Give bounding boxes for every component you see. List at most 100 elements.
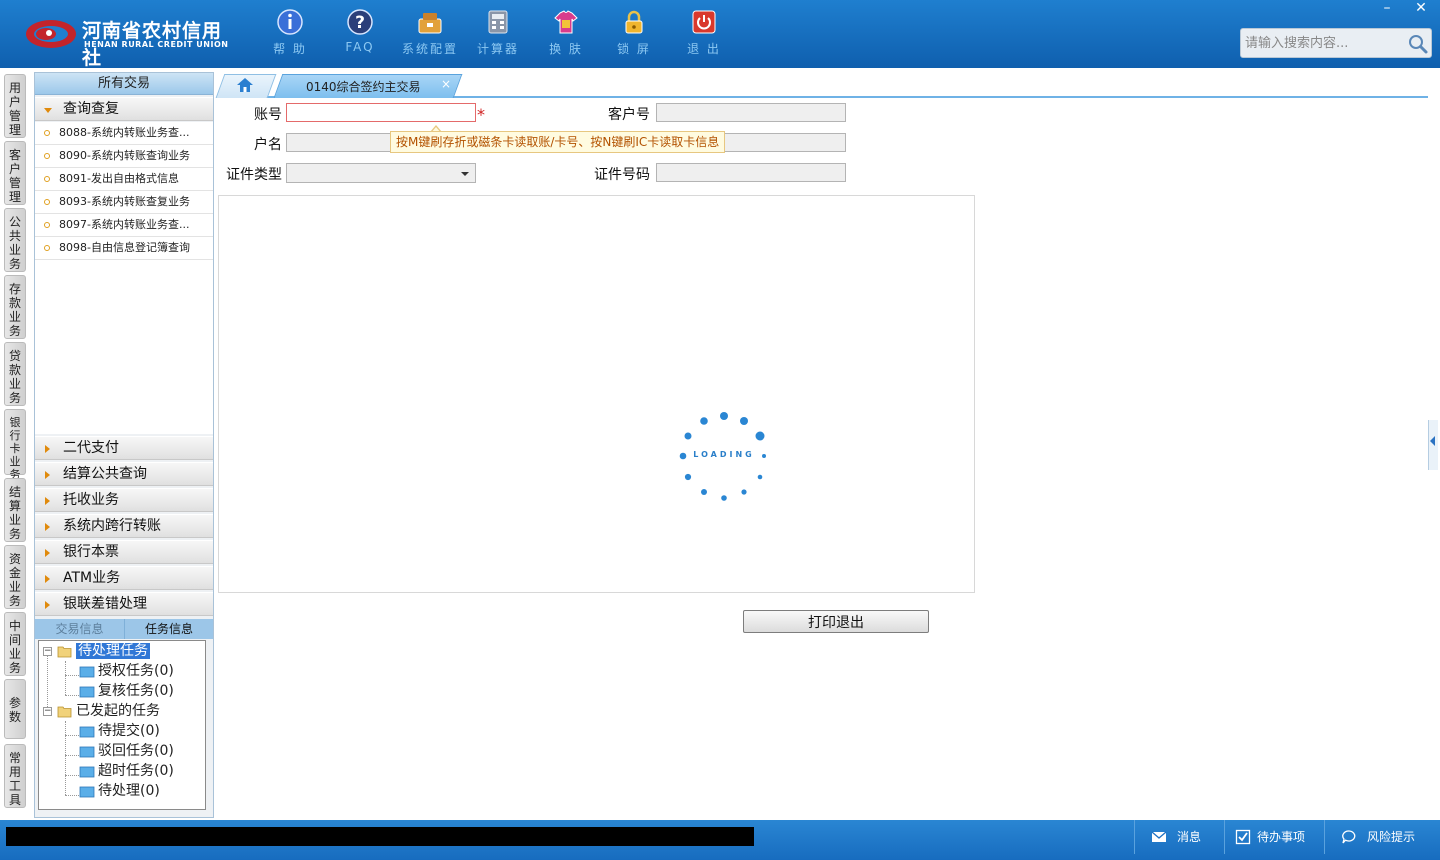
vtab-customer-management[interactable]: 客户管理 [4,141,26,205]
vtab-fund-business[interactable]: 资金业务 [4,545,26,609]
print-exit-button[interactable]: 打印退出 [743,610,929,633]
exit-label: 退 出 [687,42,721,56]
chevron-left-icon [1430,436,1435,446]
menu-item-8097[interactable]: 8097-系统内转账业务查... [35,214,213,237]
category-label: 银行本票 [63,544,119,560]
tab-close-icon[interactable]: × [441,77,451,91]
vtab-intermediary-business[interactable]: 中间业务 [4,612,26,676]
menu-item-8088[interactable]: 8088-系统内转账业务查... [35,122,213,145]
tab-task-info[interactable]: 任务信息 [124,619,213,639]
svg-text:?: ? [355,13,365,33]
tree-node-to-submit[interactable]: 待提交(0) [79,722,160,741]
tree-node-rejected[interactable]: 驳回任务(0) [79,742,174,761]
faq-button[interactable]: ? FAQ [330,8,390,62]
account-label: 账号 [254,107,282,123]
menu-item-8091[interactable]: 8091-发出自由格式信息 [35,168,213,191]
menu-item-label: 8090-系统内转账查询业务 [59,149,190,162]
faq-icon: ? [347,9,373,35]
menu-item-8098[interactable]: 8098-自由信息登记簿查询 [35,237,213,260]
bullet-icon [44,153,50,159]
category-second-gen-payment[interactable]: 二代支付 [35,436,213,460]
chevron-right-icon [45,601,50,609]
tree-collapse-toggle[interactable]: − [43,647,52,656]
category-unionpay-error[interactable]: 银联差错处理 [35,592,213,616]
vtab-common-tools[interactable]: 常用工具 [4,744,26,808]
risk-alert-button[interactable]: 风险提示 [1324,820,1440,854]
vtab-bank-card-business[interactable]: 银行卡业务 [4,409,26,481]
system-config-button[interactable]: 系统配置 [400,8,460,62]
tree-node-initiated-tasks[interactable]: 已发起的任务 [57,702,160,721]
search-icon[interactable] [1407,33,1429,55]
customer-no-input[interactable] [656,103,846,122]
skin-button[interactable]: 换 肤 [536,8,596,62]
vtab-parameters[interactable]: 参数 [4,679,26,739]
transaction-menu: 所有交易 查询查复 8088-系统内转账业务查... 8090-系统内转账查询业… [34,72,214,818]
exit-button[interactable]: 退 出 [674,8,734,62]
menu-item-8093[interactable]: 8093-系统内转账查复业务 [35,191,213,214]
tree-collapse-toggle[interactable]: − [43,707,52,716]
vtab-loan-business[interactable]: 贷款业务 [4,342,26,406]
envelope-icon [1151,831,1167,842]
id-no-input[interactable] [656,163,846,182]
category-settlement-query[interactable]: 结算公共查询 [35,462,213,486]
tree-node-auth-tasks[interactable]: 授权任务(0) [79,662,174,681]
app-header: 河南省农村信用社 HENAN RURAL CREDIT UNION 帮 助 ? … [0,0,1440,69]
lock-screen-label: 锁 屏 [617,42,651,56]
category-label: 二代支付 [63,440,119,456]
vtab-user-management[interactable]: 用户管理 [4,74,26,138]
category-query-reply[interactable]: 查询查复 [35,97,213,121]
customer-no-label: 客户号 [608,107,650,123]
tree-node-review-tasks[interactable]: 复核任务(0) [79,682,174,701]
risk-alert-label: 风险提示 [1367,830,1416,844]
tab-integrated-signing-label: 0140综合签约主交易 [306,80,421,94]
id-no-label: 证件号码 [594,167,650,183]
skin-icon [554,10,578,34]
tree-node-label: 待处理任务 [76,643,150,659]
business-category-strip: 用户管理 客户管理 公共业务 存款业务 贷款业务 银行卡业务 结算业务 资金业务… [0,68,30,820]
home-icon [237,78,253,92]
menu-item-8090[interactable]: 8090-系统内转账查询业务 [35,145,213,168]
vtab-settlement-business[interactable]: 结算业务 [4,478,26,542]
open-folder-icon [57,706,72,718]
task-tree: − 待处理任务 授权任务(0) 复核任务(0) − 已发起的任务 待提交(0) … [38,640,206,810]
vtab-deposit-business[interactable]: 存款业务 [4,275,26,339]
category-cross-bank-transfer[interactable]: 系统内跨行转账 [35,514,213,538]
status-bar: 消息 待办事项 风险提示 [0,820,1440,860]
right-panel-collapse-handle[interactable] [1428,420,1438,470]
id-type-select[interactable] [286,163,476,183]
app-logo: 河南省农村信用社 HENAN RURAL CREDIT UNION [24,12,239,69]
help-button[interactable]: 帮 助 [260,8,320,62]
help-icon [277,9,303,35]
tree-line [65,695,79,696]
credit-union-emblem-icon [26,20,76,48]
calculator-button[interactable]: 计算器 [468,8,528,62]
category-bank-draft[interactable]: 银行本票 [35,540,213,564]
faq-label: FAQ [345,40,375,54]
category-atm[interactable]: ATM业务 [35,566,213,590]
tree-node-pending-tasks[interactable]: 待处理任务 [57,642,150,661]
window-minimize-button[interactable]: – [1372,0,1402,18]
menu-item-label: 8097-系统内转账业务查... [59,218,190,231]
id-type-label: 证件类型 [226,167,282,183]
folder-icon [79,766,95,778]
todo-button[interactable]: 待办事项 [1224,820,1324,854]
category-collection[interactable]: 托收业务 [35,488,213,512]
window-close-button[interactable]: ✕ [1406,0,1436,18]
bullet-icon [44,222,50,228]
help-label: 帮 助 [273,42,307,56]
transaction-content-frame [218,195,975,593]
menu-item-label: 8088-系统内转账业务查... [59,126,190,139]
category-label: 托收业务 [63,492,119,508]
tree-line [65,755,79,756]
tree-node-timeout[interactable]: 超时任务(0) [79,762,174,781]
chevron-down-icon [44,108,52,113]
message-button[interactable]: 消息 [1134,820,1224,854]
folder-icon [79,726,95,738]
logo-english-name: HENAN RURAL CREDIT UNION [84,40,229,49]
vtab-public-business[interactable]: 公共业务 [4,208,26,272]
tree-node-to-process[interactable]: 待处理(0) [79,782,160,801]
lock-screen-button[interactable]: 锁 屏 [604,8,664,62]
search-input[interactable] [1241,29,1401,57]
account-input[interactable] [286,103,476,122]
tab-transaction-info[interactable]: 交易信息 [35,619,124,639]
